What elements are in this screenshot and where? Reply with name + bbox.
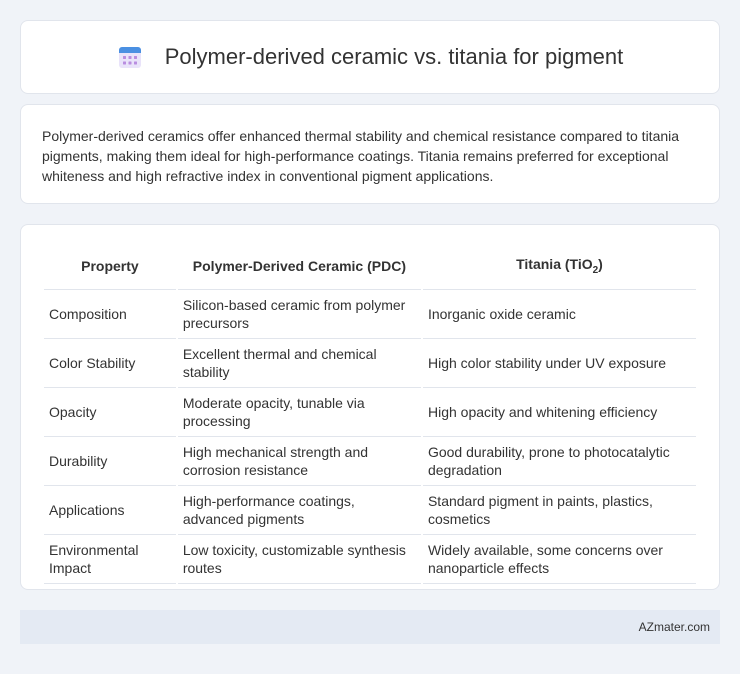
cell-pdc: High mechanical strength and corrosion r…: [177, 437, 421, 486]
cell-property: Color Stability: [44, 339, 176, 388]
cell-property: Environmental Impact: [44, 535, 176, 584]
header-property: Property: [44, 243, 176, 290]
table-row: Composition Silicon-based ceramic from p…: [44, 290, 696, 339]
cell-titania: High opacity and whitening efficiency: [422, 388, 696, 437]
title-card: Polymer-derived ceramic vs. titania for …: [20, 20, 720, 94]
table-row: Color Stability Excellent thermal and ch…: [44, 339, 696, 388]
footer-site-link[interactable]: AZmater.com: [639, 620, 710, 634]
intro-text: Polymer-derived ceramics offer enhanced …: [42, 128, 680, 184]
header-pdc: Polymer-Derived Ceramic (PDC): [177, 243, 421, 290]
cell-titania: High color stability under UV exposure: [422, 339, 696, 388]
footer-bar: AZmater.com: [20, 610, 720, 644]
cell-pdc: High-performance coatings, advanced pigm…: [177, 486, 421, 535]
comparison-card: Property Polymer-Derived Ceramic (PDC) T…: [20, 224, 720, 590]
calendar-icon: [118, 47, 141, 68]
cell-titania: Standard pigment in paints, plastics, co…: [422, 486, 696, 535]
cell-pdc: Low toxicity, customizable synthesis rou…: [177, 535, 421, 584]
page-title: Polymer-derived ceramic vs. titania for …: [164, 44, 624, 69]
table-row: Applications High-performance coatings, …: [44, 486, 696, 535]
cell-pdc: Moderate opacity, tunable via processing: [177, 388, 421, 437]
cell-titania: Inorganic oxide ceramic: [422, 290, 696, 339]
table-row: Durability High mechanical strength and …: [44, 437, 696, 486]
cell-property: Durability: [44, 437, 176, 486]
intro-card: Polymer-derived ceramics offer enhanced …: [20, 104, 720, 204]
cell-property: Composition: [44, 290, 176, 339]
cell-titania: Good durability, prone to photocatalytic…: [422, 437, 696, 486]
comparison-table: Property Polymer-Derived Ceramic (PDC) T…: [42, 243, 698, 584]
cell-property: Opacity: [44, 388, 176, 437]
table-row: Opacity Moderate opacity, tunable via pr…: [44, 388, 696, 437]
cell-pdc: Excellent thermal and chemical stability: [177, 339, 421, 388]
header-titania: Titania (TiO2): [422, 243, 696, 290]
table-header-row: Property Polymer-Derived Ceramic (PDC) T…: [44, 243, 696, 290]
header-titania-suffix: ): [598, 256, 603, 273]
cell-titania: Widely available, some concerns over nan…: [422, 535, 696, 584]
cell-pdc: Silicon-based ceramic from polymer precu…: [177, 290, 421, 339]
cell-property: Applications: [44, 486, 176, 535]
header-titania-prefix: Titania (TiO: [516, 256, 593, 273]
table-row: Environmental Impact Low toxicity, custo…: [44, 535, 696, 584]
